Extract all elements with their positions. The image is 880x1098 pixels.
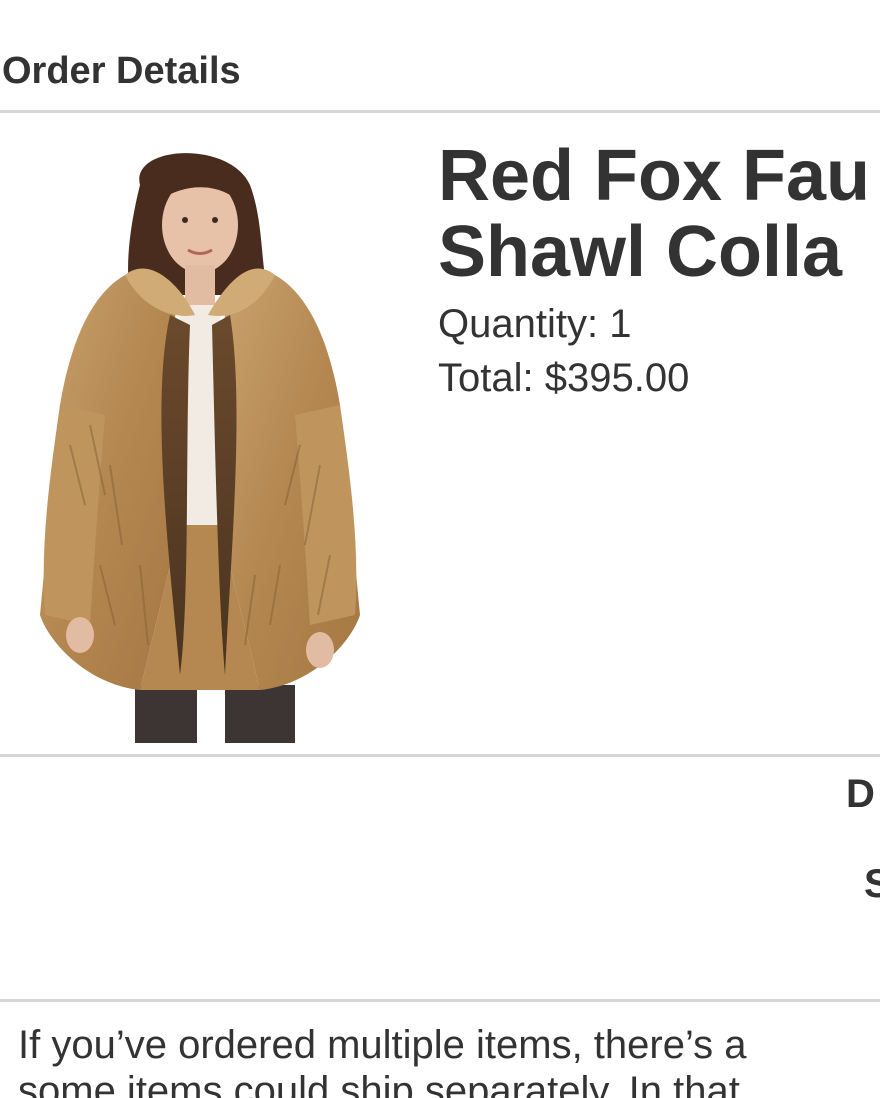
product-name[interactable]: Red Fox Fau Shawl Colla (438, 138, 870, 290)
shipping-notice-line-2: some items could ship separately. In tha… (18, 1069, 740, 1098)
order-details-page: Order Details Red Fox Fau Shawl Colla Qu… (0, 0, 880, 1098)
divider (0, 754, 880, 757)
product-quantity: Quantity: 1 (438, 302, 632, 346)
shipping-notice-line-1: If you’ve ordered multiple items, there’… (18, 1023, 747, 1067)
divider (0, 110, 880, 113)
product-image (40, 153, 360, 743)
product-name-line-2: Shawl Colla (438, 212, 843, 292)
summary-label-2: S (864, 862, 880, 906)
page-title: Order Details (2, 50, 241, 92)
shipping-notice: If you’ve ordered multiple items, there’… (18, 1022, 747, 1098)
product-name-line-1: Red Fox Fau (438, 136, 871, 216)
product-total: Total: $395.00 (438, 356, 690, 400)
divider (0, 999, 880, 1002)
summary-label-1: D (846, 772, 875, 816)
